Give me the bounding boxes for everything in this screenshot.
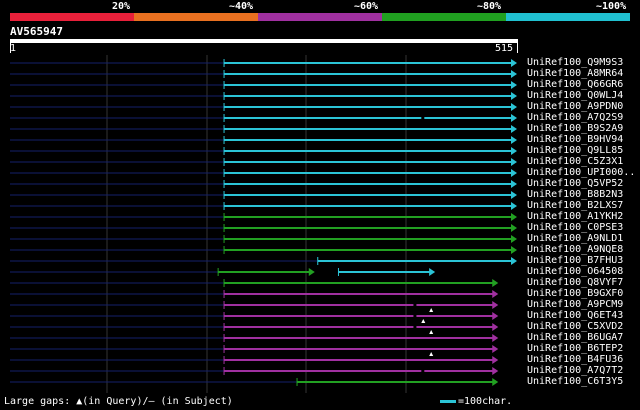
query-gap-marker <box>429 352 434 356</box>
query-ruler <box>10 39 518 43</box>
hit-label[interactable]: UniRef100_C0PSE3 <box>527 222 623 233</box>
hit-label[interactable]: UniRef100_B2LXS7 <box>527 200 623 211</box>
hit-label[interactable]: UniRef100_Q5VP52 <box>527 178 623 189</box>
hit-end-arrow <box>492 378 499 386</box>
hit-label[interactable]: UniRef100_A7Q7T2 <box>527 365 623 376</box>
legend-label-20: 20% <box>112 1 131 12</box>
hit-end-arrow <box>511 224 517 232</box>
hit-label[interactable]: UniRef100_B9GXF0 <box>527 288 623 299</box>
scale-legend: =100char. <box>440 396 512 408</box>
hit-label[interactable]: UniRef100_B6UGA7 <box>527 332 623 343</box>
colorbar-segment-40 <box>134 13 258 21</box>
hit-label[interactable]: UniRef100_B4FU36 <box>527 354 623 365</box>
hit-end-arrow <box>308 268 315 276</box>
hit-label[interactable]: UniRef100_Q66GR6 <box>527 79 623 90</box>
gap-legend: Large gaps: ▲(in Query)/– (in Subject) <box>4 396 233 407</box>
ruler-tick-end <box>517 43 518 53</box>
hit-list: UniRef100_Q9M9S3 UniRef100_A8MR64 UniRef10… <box>0 55 640 395</box>
hit-end-arrow <box>511 191 517 199</box>
hit-end-arrow <box>511 180 517 188</box>
hit-end-arrow <box>511 136 517 144</box>
query-gap-marker <box>429 308 434 312</box>
hit-label[interactable]: UniRef100_C5Z3X1 <box>527 156 623 167</box>
hit-end-arrow <box>511 257 517 265</box>
scale-label: =100char. <box>458 396 513 407</box>
hit-end-arrow <box>511 114 517 122</box>
query-id: AV565947 <box>10 25 63 38</box>
ruler-start-label: 1 <box>10 43 17 54</box>
hit-end-arrow <box>511 246 517 254</box>
hit-end-arrow <box>492 323 499 331</box>
hit-label[interactable]: UniRef100_Q9LL85 <box>527 145 623 156</box>
hit-end-arrow <box>511 81 517 89</box>
hit-label[interactable]: UniRef100_Q6ET43 <box>527 310 623 321</box>
colorbar-segment-100 <box>506 13 630 21</box>
hit-end-arrow <box>492 301 499 309</box>
hit-label[interactable]: UniRef100_Q0WLJ4 <box>527 90 623 101</box>
legend-label-80: ~80% <box>477 1 502 12</box>
hit-end-arrow <box>511 169 517 177</box>
hit-label[interactable]: UniRef100_B6TEP2 <box>527 343 623 354</box>
identity-colorbar <box>10 13 630 21</box>
query-gap-marker <box>421 319 426 323</box>
hit-label[interactable]: UniRef100_A9NLD1 <box>527 233 623 244</box>
hit-label[interactable]: UniRef100_B9HV94 <box>527 134 623 145</box>
hit-end-arrow <box>492 367 499 375</box>
hit-label[interactable]: UniRef100_A9PDN0 <box>527 101 623 112</box>
hit-label[interactable]: UniRef100_A9PCM9 <box>527 299 623 310</box>
hit-end-arrow <box>492 334 499 342</box>
identity-legend: 20% ~40% ~60% ~80% ~100% <box>0 0 640 13</box>
hit-end-arrow <box>511 92 517 100</box>
hit-label[interactable]: UniRef100_UPI000.. <box>527 167 635 178</box>
ruler-end-label: 515 <box>495 43 514 54</box>
legend-label-100: ~100% <box>596 1 627 12</box>
hit-label[interactable]: UniRef100_Q9M9S3 <box>527 57 623 68</box>
hit-end-arrow <box>492 345 499 353</box>
hit-label[interactable]: UniRef100_C6T3Y5 <box>527 376 623 387</box>
colorbar-segment-80 <box>382 13 506 21</box>
colorbar-segment-20 <box>10 13 134 21</box>
hit-end-arrow <box>492 312 499 320</box>
hit-end-arrow <box>511 147 517 155</box>
hit-end-arrow <box>511 235 517 243</box>
hit-end-arrow <box>511 59 517 67</box>
hit-label[interactable]: UniRef100_B9S2A9 <box>527 123 623 134</box>
legend-label-40: ~40% <box>229 1 254 12</box>
hit-end-arrow <box>492 290 499 298</box>
hit-label[interactable]: UniRef100_O64508 <box>527 266 623 277</box>
hit-end-arrow <box>511 70 517 78</box>
hit-label[interactable]: UniRef100_B8B2N3 <box>527 189 623 200</box>
hit-end-arrow <box>429 268 436 276</box>
hit-label[interactable]: UniRef100_Q8VYF7 <box>527 277 623 288</box>
scale-bar <box>440 399 456 403</box>
hit-end-arrow <box>492 279 499 287</box>
hit-label[interactable]: UniRef100_A1YKH2 <box>527 211 623 222</box>
query-gap-marker <box>429 330 434 334</box>
hit-end-arrow <box>511 202 517 210</box>
hit-end-arrow <box>511 125 517 133</box>
hit-end-arrow <box>511 158 517 166</box>
colorbar-segment-60 <box>258 13 382 21</box>
hit-label[interactable]: UniRef100_C5XVD2 <box>527 321 623 332</box>
hit-end-arrow <box>511 213 517 221</box>
hit-label[interactable]: UniRef100_A9NQE8 <box>527 244 623 255</box>
hit-label[interactable]: UniRef100_A7Q2S9 <box>527 112 623 123</box>
hit-end-arrow <box>511 103 517 111</box>
hit-label[interactable]: UniRef100_A8MR64 <box>527 68 623 79</box>
hit-label[interactable]: UniRef100_B7FHU3 <box>527 255 623 266</box>
legend-label-60: ~60% <box>354 1 379 12</box>
hit-end-arrow <box>492 356 499 364</box>
